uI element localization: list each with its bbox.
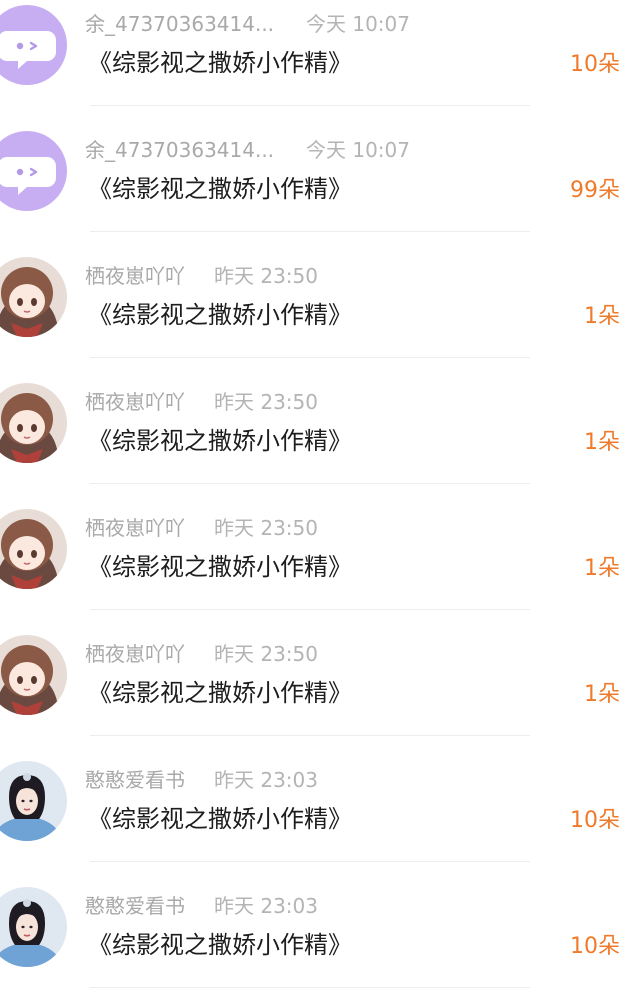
gift-amount: 1朵 xyxy=(584,304,620,329)
record-time: 昨天 23:50 xyxy=(214,516,318,540)
record-time: 昨天 23:50 xyxy=(214,642,318,666)
user-name[interactable]: 栖夜崽吖吖 xyxy=(85,639,185,669)
row-divider xyxy=(90,357,530,358)
gift-amount: 10朵 xyxy=(570,808,620,833)
user-avatar[interactable] xyxy=(0,383,67,463)
anime-girl-avatar xyxy=(0,257,67,337)
row-divider xyxy=(90,735,530,736)
user-avatar[interactable] xyxy=(0,509,67,589)
chat-bubble-avatar xyxy=(0,131,67,211)
woman-photo-avatar xyxy=(0,887,67,967)
woman-photo-avatar xyxy=(0,761,67,841)
gift-record-row[interactable]: 栖夜崽吖吖 昨天 23:50 《综影视之撒娇小作精》 1朵 xyxy=(0,251,640,377)
record-time: 今天 10:07 xyxy=(306,12,410,36)
row-divider xyxy=(90,609,530,610)
record-time: 昨天 23:03 xyxy=(214,894,318,918)
row-divider xyxy=(90,105,530,106)
user-name[interactable]: 栖夜崽吖吖 xyxy=(85,387,185,417)
row-divider xyxy=(90,231,530,232)
book-title[interactable]: 《综影视之撒娇小作精》 xyxy=(88,45,352,81)
book-title[interactable]: 《综影视之撒娇小作精》 xyxy=(88,927,352,963)
user-name[interactable]: 栖夜崽吖吖 xyxy=(85,513,185,543)
record-time: 今天 10:07 xyxy=(306,138,410,162)
user-avatar[interactable] xyxy=(0,5,67,85)
book-title[interactable]: 《综影视之撒娇小作精》 xyxy=(88,675,352,711)
user-avatar[interactable] xyxy=(0,635,67,715)
user-avatar[interactable] xyxy=(0,761,67,841)
user-avatar[interactable] xyxy=(0,887,67,967)
gift-amount: 1朵 xyxy=(584,556,620,581)
user-name[interactable]: 栖夜崽吖吖 xyxy=(85,261,185,291)
book-title[interactable]: 《综影视之撒娇小作精》 xyxy=(88,297,352,333)
book-title[interactable]: 《综影视之撒娇小作精》 xyxy=(88,549,352,585)
gift-record-row[interactable]: 憨憨爱看书 昨天 23:03 《综影视之撒娇小作精》 10朵 xyxy=(0,755,640,881)
gift-amount: 99朵 xyxy=(570,178,620,203)
gift-record-list: 余_47370363414... 今天 10:07 《综影视之撒娇小作精》 10朵 余_… xyxy=(0,0,640,989)
record-time: 昨天 23:50 xyxy=(214,264,318,288)
gift-amount: 1朵 xyxy=(584,682,620,707)
row-divider xyxy=(90,987,530,988)
book-title[interactable]: 《综影视之撒娇小作精》 xyxy=(88,171,352,207)
user-name[interactable]: 余_47370363414... xyxy=(85,135,274,165)
gift-record-row[interactable]: 栖夜崽吖吖 昨天 23:50 《综影视之撒娇小作精》 1朵 xyxy=(0,377,640,503)
gift-amount: 10朵 xyxy=(570,934,620,959)
user-name[interactable]: 憨憨爱看书 xyxy=(85,891,185,921)
user-name[interactable]: 憨憨爱看书 xyxy=(85,765,185,795)
gift-amount: 10朵 xyxy=(570,52,620,77)
row-divider xyxy=(90,861,530,862)
user-avatar[interactable] xyxy=(0,131,67,211)
gift-record-row[interactable]: 憨憨爱看书 昨天 23:03 《综影视之撒娇小作精》 10朵 xyxy=(0,881,640,1007)
gift-record-row[interactable]: 栖夜崽吖吖 昨天 23:50 《综影视之撒娇小作精》 1朵 xyxy=(0,629,640,755)
user-name[interactable]: 余_47370363414... xyxy=(85,9,274,39)
row-divider xyxy=(90,483,530,484)
anime-girl-avatar xyxy=(0,635,67,715)
gift-record-row[interactable]: 栖夜崽吖吖 昨天 23:50 《综影视之撒娇小作精》 1朵 xyxy=(0,503,640,629)
anime-girl-avatar xyxy=(0,509,67,589)
record-time: 昨天 23:03 xyxy=(214,768,318,792)
anime-girl-avatar xyxy=(0,383,67,463)
book-title[interactable]: 《综影视之撒娇小作精》 xyxy=(88,423,352,459)
gift-record-row[interactable]: 余_47370363414... 今天 10:07 《综影视之撒娇小作精》 10朵 xyxy=(0,0,640,125)
user-avatar[interactable] xyxy=(0,257,67,337)
gift-amount: 1朵 xyxy=(584,430,620,455)
gift-record-row[interactable]: 余_47370363414... 今天 10:07 《综影视之撒娇小作精》 99朵 xyxy=(0,125,640,251)
book-title[interactable]: 《综影视之撒娇小作精》 xyxy=(88,801,352,837)
chat-bubble-avatar xyxy=(0,5,67,85)
record-time: 昨天 23:50 xyxy=(214,390,318,414)
